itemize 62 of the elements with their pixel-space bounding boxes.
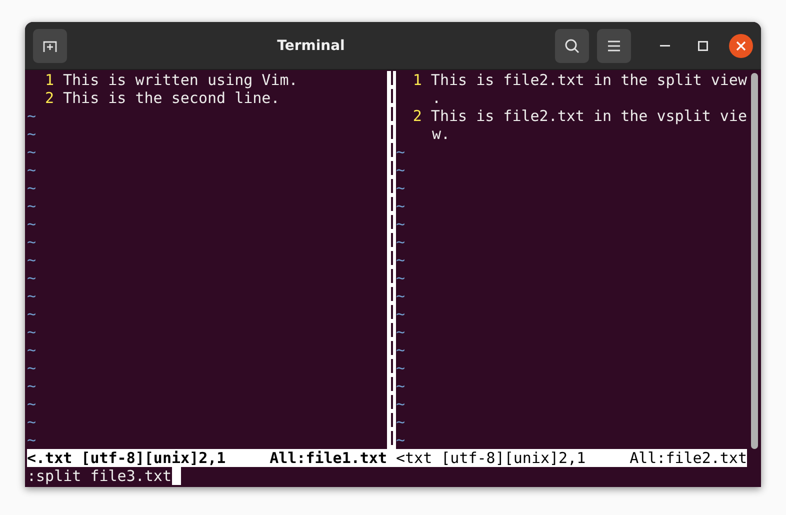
code-line: This is file2.txt in the vsplit vie [430,107,747,125]
empty-line-marker: ~ [27,125,36,143]
line-number: 1 [412,71,422,89]
empty-line-marker: ~ [396,359,406,377]
code-line: This is file2.txt in the split view [430,71,747,89]
empty-line-marker: ~ [27,251,36,269]
close-button[interactable] [729,34,753,58]
empty-line-marker: ~ [396,287,406,305]
line-number: 2 [44,89,54,107]
close-icon [736,40,746,50]
empty-line-marker: ~ [396,305,406,323]
empty-line-marker: ~ [27,287,36,305]
position-info: All:file2.txt [630,449,747,467]
code-line: This is the second line. [63,89,280,107]
empty-line-marker: ~ [27,197,36,215]
line-number: 2 [412,107,422,125]
empty-line-marker: ~ [396,377,406,395]
empty-line-marker: ~ [396,233,406,251]
empty-line-marker: ~ [27,305,36,323]
empty-line-marker: ~ [27,161,36,179]
empty-line-marker: ~ [396,179,406,197]
search-button[interactable] [555,28,589,62]
file-info: <txt [utf-8][unix]2,1 [396,449,586,467]
empty-line-marker: ~ [27,395,36,413]
empty-line-marker: ~ [396,413,406,431]
command-line: :split file3.txt [27,467,172,485]
empty-line-marker: ~ [27,143,36,161]
empty-line-marker: ~ [27,431,36,449]
empty-line-marker: ~ [27,413,36,431]
empty-line-marker: ~ [27,215,36,233]
empty-line-marker: ~ [396,395,406,413]
empty-line-marker: ~ [27,323,36,341]
empty-line-marker: ~ [396,431,406,449]
new-tab-button[interactable] [33,28,67,62]
empty-line-marker: ~ [396,341,406,359]
empty-line-marker: ~ [396,143,406,161]
empty-line-marker: ~ [27,377,36,395]
position-info: All:file1.txt [270,449,387,467]
maximize-icon [698,40,708,50]
empty-line-marker: ~ [27,341,36,359]
empty-line-marker: ~ [27,359,36,377]
line-number: 1 [44,71,54,89]
code-line: . [432,89,442,107]
empty-line-marker: ~ [27,269,36,287]
menu-icon [607,40,621,52]
menu-button[interactable] [597,28,631,62]
empty-line-marker: ~ [396,323,406,341]
empty-line-marker: ~ [396,161,406,179]
empty-line-marker: ~ [27,233,36,251]
empty-line-marker: ~ [396,215,406,233]
search-icon [564,38,580,54]
empty-line-marker: ~ [396,197,406,215]
window-title: Terminal [276,38,346,54]
minimize-icon [660,44,670,46]
code-line: This is written using Vim. [63,71,298,89]
empty-line-marker: ~ [27,107,36,125]
file-info: <.txt [utf-8][unix]2,1 [27,449,226,467]
scrollbar-thumb[interactable] [751,73,758,449]
empty-line-marker: ~ [396,269,406,287]
empty-line-marker: ~ [396,251,406,269]
code-line: w. [432,125,450,143]
empty-line-marker: ~ [27,179,36,197]
